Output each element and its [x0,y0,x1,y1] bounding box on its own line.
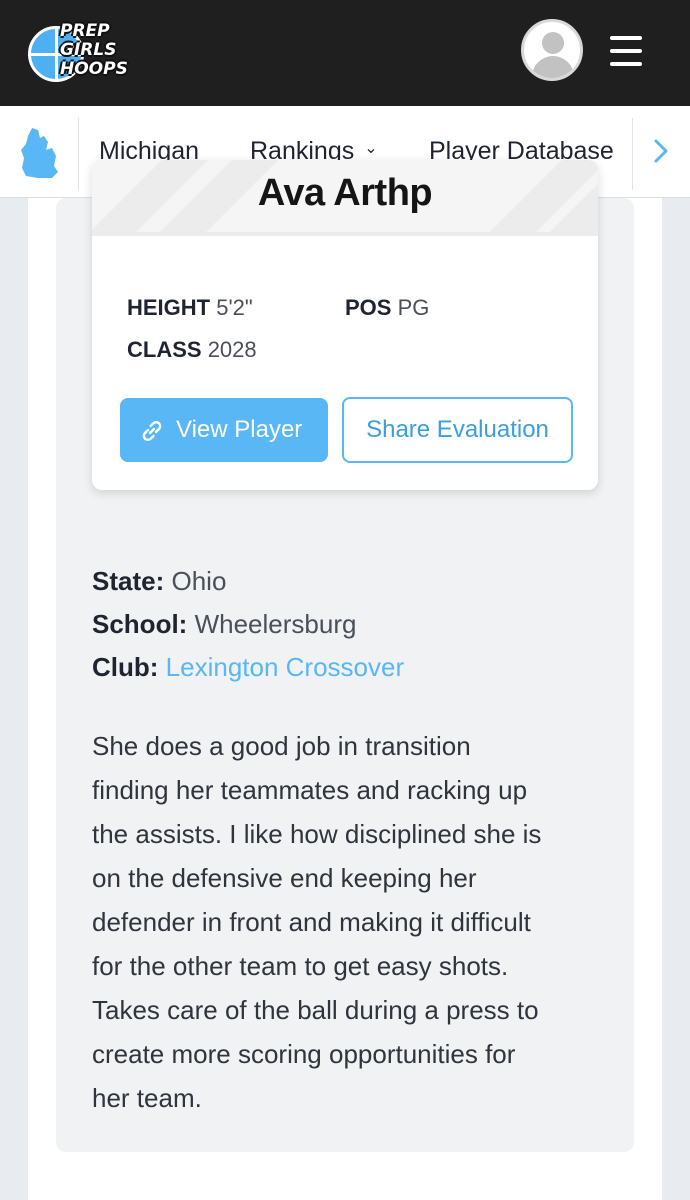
top-bar: PREP GIRLS HOOPS [0,0,690,106]
logo-text: PREP GIRLS HOOPS [60,22,140,79]
club-info: Club: Lexington Crossover [92,652,404,683]
evaluation-line: on the defensive end keeping her [92,863,477,893]
evaluation-line: defender in front and making it difficul… [92,907,531,937]
evaluation-line: finding her teammates and racking up [92,775,528,805]
link-icon [142,420,162,442]
michigan-map-icon[interactable] [18,126,62,180]
club-link[interactable]: Lexington Crossover [166,652,404,682]
state-info: State: Ohio [92,566,226,597]
avatar-head [542,32,564,54]
chevron-right-icon [654,139,668,163]
class-label: CLASS [127,337,202,362]
logo-line-1: PREP [60,21,110,41]
site-logo[interactable]: PREP GIRLS HOOPS [28,20,134,82]
player-card-header: Ava Arthp [92,160,598,232]
class-value: 2028 [207,337,257,362]
pos-label: POS [345,295,392,320]
user-avatar-icon[interactable] [521,19,583,81]
logo-line-2: GIRLS [60,40,117,60]
logo-line-3: HOOPS [60,59,128,79]
club-label: Club: [92,652,159,682]
evaluation-line: her team. [92,1083,202,1113]
state-value: Ohio [171,566,227,596]
height-stat: HEIGHT 5'2" [127,295,253,321]
evaluation-line: for the other team to get easy shots. [92,951,509,981]
nav-scroll-next-button[interactable] [640,106,690,196]
height-label: HEIGHT [127,295,211,320]
pos-value: PG [397,295,430,320]
height-value: 5'2" [216,295,253,320]
evaluation-text: She does a good job in transition findin… [92,724,612,1120]
school-value: Wheelersburg [194,609,357,639]
class-stat: CLASS 2028 [127,337,257,363]
nav-divider [78,118,79,190]
school-info: School: Wheelersburg [92,609,356,640]
state-label: State: [92,566,165,596]
avatar-body [532,56,574,78]
nav-divider [632,118,633,190]
view-player-label: View Player [176,416,303,443]
position-stat: POS PG [345,295,429,321]
hamburger-menu-icon[interactable] [610,36,642,66]
player-name: Ava Arthp [257,172,433,214]
evaluation-line: Takes care of the ball during a press to [92,995,539,1025]
view-player-button[interactable]: View Player [120,398,328,462]
share-evaluation-button[interactable]: Share Evaluation [342,397,573,463]
divider [92,232,598,236]
school-label: School: [92,609,188,639]
evaluation-line: the assists. I like how disciplined she … [92,819,542,849]
evaluation-line: create more scoring opportunities for [92,1039,516,1069]
evaluation-line: She does a good job in transition [92,731,471,761]
